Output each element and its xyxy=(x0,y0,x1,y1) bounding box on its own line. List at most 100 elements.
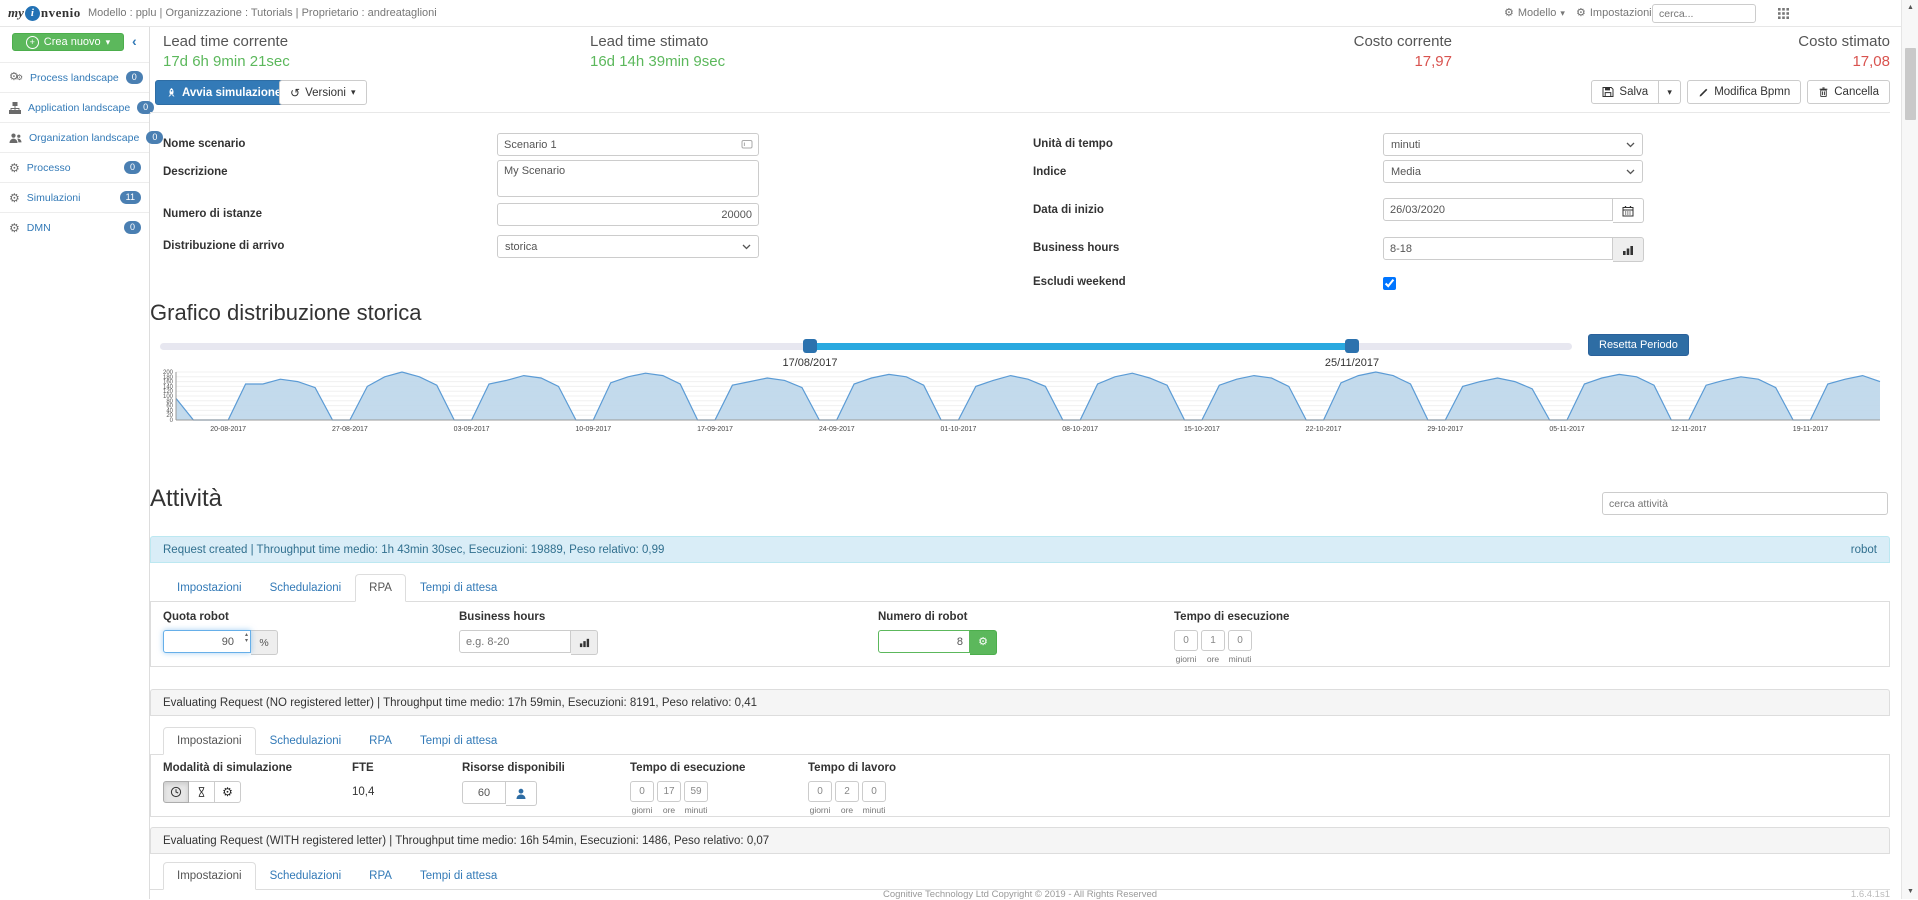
create-new-button[interactable]: + Crea nuovo ▾ xyxy=(12,33,124,51)
gear-icon: ⚙ xyxy=(222,785,233,799)
escludi-weekend-checkbox[interactable] xyxy=(1383,277,1396,290)
chevron-down-icon: ▾ xyxy=(1667,86,1672,97)
tab-schedulazioni[interactable]: Schedulazioni xyxy=(256,727,356,755)
data-inizio-input[interactable] xyxy=(1383,198,1613,221)
delete-button[interactable]: Cancella xyxy=(1807,80,1890,104)
tab-rpa[interactable]: RPA xyxy=(355,574,406,602)
sidebar-item-dmn[interactable]: ⚙ DMN 0 xyxy=(0,212,149,242)
breadcrumb: Modello : pplu | Organizzazione : Tutori… xyxy=(88,7,437,19)
business-hours-label: Business hours xyxy=(1033,242,1120,254)
settings-menu[interactable]: ⚙ Impostazioni xyxy=(1576,7,1652,19)
activity-header-request-created[interactable]: Request created | Throughput time medio:… xyxy=(150,536,1890,563)
tab-impostazioni[interactable]: Impostazioni xyxy=(163,727,256,755)
save-button[interactable]: Salva xyxy=(1591,80,1660,104)
save-icon xyxy=(1602,86,1614,98)
period-slider-selected-range[interactable] xyxy=(810,343,1352,350)
scrollbar-thumb[interactable] xyxy=(1905,48,1916,120)
business-hours-chart-button[interactable] xyxy=(1613,237,1644,262)
tab-tempi-di-attesa[interactable]: Tempi di attesa xyxy=(406,727,511,755)
count-badge: 0 xyxy=(123,221,141,234)
sidebar-item-organization-landscape[interactable]: Organization landscape 0 xyxy=(0,122,164,152)
tab-schedulazioni[interactable]: Schedulazioni xyxy=(256,862,356,890)
fte-label: FTE xyxy=(352,762,374,774)
unita-tempo-label: Unità di tempo xyxy=(1033,138,1113,150)
sidebar-item-simulazioni[interactable]: ⚙ Simulazioni 11 xyxy=(0,182,149,212)
gear-icon: ⚙ xyxy=(1576,6,1586,19)
giorni-input[interactable] xyxy=(808,781,832,802)
descrizione-textarea[interactable]: My Scenario xyxy=(497,160,759,197)
sidebar-item-application-landscape[interactable]: Application landscape 0 xyxy=(0,92,155,122)
rpa-business-hours-chart-button[interactable] xyxy=(571,630,598,655)
tempo-lavoro-label: Tempo di lavoro xyxy=(808,762,896,774)
unita-tempo-value: minuti xyxy=(1391,138,1421,151)
tab-impostazioni[interactable]: Impostazioni xyxy=(163,574,256,602)
tab-schedulazioni[interactable]: Schedulazioni xyxy=(256,574,356,602)
mode-gear-button[interactable]: ⚙ xyxy=(215,781,241,803)
scrollbar-down-icon[interactable]: ▼ xyxy=(1902,884,1918,899)
ore-input[interactable] xyxy=(657,781,681,802)
tab-tempi-di-attesa[interactable]: Tempi di attesa xyxy=(406,862,511,890)
svg-text:19-11-2017: 19-11-2017 xyxy=(1793,426,1828,433)
mode-clock-button[interactable] xyxy=(163,781,189,803)
minuti-input[interactable] xyxy=(684,781,708,802)
ore-input[interactable] xyxy=(835,781,859,802)
robot-config-button[interactable]: ⚙ xyxy=(970,630,997,655)
sidebar-collapse-icon[interactable]: ‹ xyxy=(132,33,137,49)
quota-robot-label: Quota robot xyxy=(163,611,229,623)
save-dropdown-button[interactable]: ▾ xyxy=(1659,80,1682,104)
tab-tempi-di-attesa[interactable]: Tempi di attesa xyxy=(406,574,511,602)
rpa-business-hours-input[interactable] xyxy=(459,630,571,653)
save-toolbar: Salva ▾ Modifica Bpmn Cancella xyxy=(1591,80,1890,104)
apps-grid-icon[interactable] xyxy=(1778,8,1789,19)
tab-rpa[interactable]: RPA xyxy=(355,727,406,755)
cogs-icon: ⚙ xyxy=(1504,6,1514,19)
versions-button[interactable]: ↺ Versioni ▾ xyxy=(279,80,367,105)
start-simulation-button[interactable]: Avvia simulazione xyxy=(155,80,293,105)
unita-tempo-select[interactable]: minuti xyxy=(1383,133,1643,156)
numero-istanze-input[interactable] xyxy=(497,203,759,226)
edit-bpmn-button[interactable]: Modifica Bpmn xyxy=(1687,80,1802,104)
calendar-button[interactable] xyxy=(1613,198,1644,223)
count-badge: 0 xyxy=(125,71,143,84)
numero-robot-input[interactable] xyxy=(878,630,970,653)
scrollbar-up-icon[interactable]: ▲ xyxy=(1902,0,1918,15)
giorni-input[interactable] xyxy=(1174,630,1198,651)
period-slider-handle-end[interactable] xyxy=(1345,339,1359,353)
app-logo[interactable]: my i nvenio xyxy=(8,5,81,21)
hourglass-icon xyxy=(196,786,207,798)
sidebar-item-process-landscape[interactable]: ⚙⚙ Process landscape 0 xyxy=(0,62,149,92)
activity-header-evaluating-with[interactable]: Evaluating Request (WITH registered lett… xyxy=(150,827,1890,854)
business-hours-input[interactable] xyxy=(1383,237,1613,260)
ore-input[interactable] xyxy=(1201,630,1225,651)
period-slider-handle-start[interactable] xyxy=(803,339,817,353)
resources-button[interactable] xyxy=(506,781,537,806)
risorse-disponibili-input[interactable] xyxy=(462,781,506,804)
global-search-input[interactable] xyxy=(1652,4,1756,23)
tab-rpa[interactable]: RPA xyxy=(355,862,406,890)
mode-hourglass-button[interactable] xyxy=(189,781,215,803)
svg-text:10-09-2017: 10-09-2017 xyxy=(575,426,611,433)
sidebar-item-label: Processo xyxy=(26,161,71,174)
robot-badge: robot xyxy=(1850,543,1877,556)
model-menu[interactable]: ⚙ Modello ▾ xyxy=(1504,7,1565,19)
nome-scenario-input[interactable] xyxy=(497,133,759,156)
activities-title: Attività xyxy=(150,485,223,512)
quota-robot-input[interactable] xyxy=(163,630,251,653)
svg-text:01-10-2017: 01-10-2017 xyxy=(941,426,977,433)
number-spinner[interactable]: ▴ ▾ xyxy=(245,632,248,644)
reset-period-button[interactable]: Resetta Periodo xyxy=(1588,334,1689,356)
svg-text:22-10-2017: 22-10-2017 xyxy=(1306,426,1342,433)
activity-search-input[interactable] xyxy=(1602,492,1888,515)
indice-select[interactable]: Media xyxy=(1383,160,1643,183)
activity-header-evaluating-no[interactable]: Evaluating Request (NO registered letter… xyxy=(150,689,1890,716)
text-input-icon xyxy=(741,138,753,150)
sidebar-item-processo[interactable]: ⚙ Processo 0 xyxy=(0,152,149,182)
distribuzione-select[interactable]: storica xyxy=(497,235,759,258)
users-icon xyxy=(9,132,22,144)
vertical-scrollbar[interactable]: ▲ ▼ xyxy=(1901,0,1918,899)
minuti-input[interactable] xyxy=(862,781,886,802)
tab-impostazioni[interactable]: Impostazioni xyxy=(163,862,256,890)
minuti-input[interactable] xyxy=(1228,630,1252,651)
giorni-input[interactable] xyxy=(630,781,654,802)
chevron-down-icon xyxy=(742,244,751,250)
